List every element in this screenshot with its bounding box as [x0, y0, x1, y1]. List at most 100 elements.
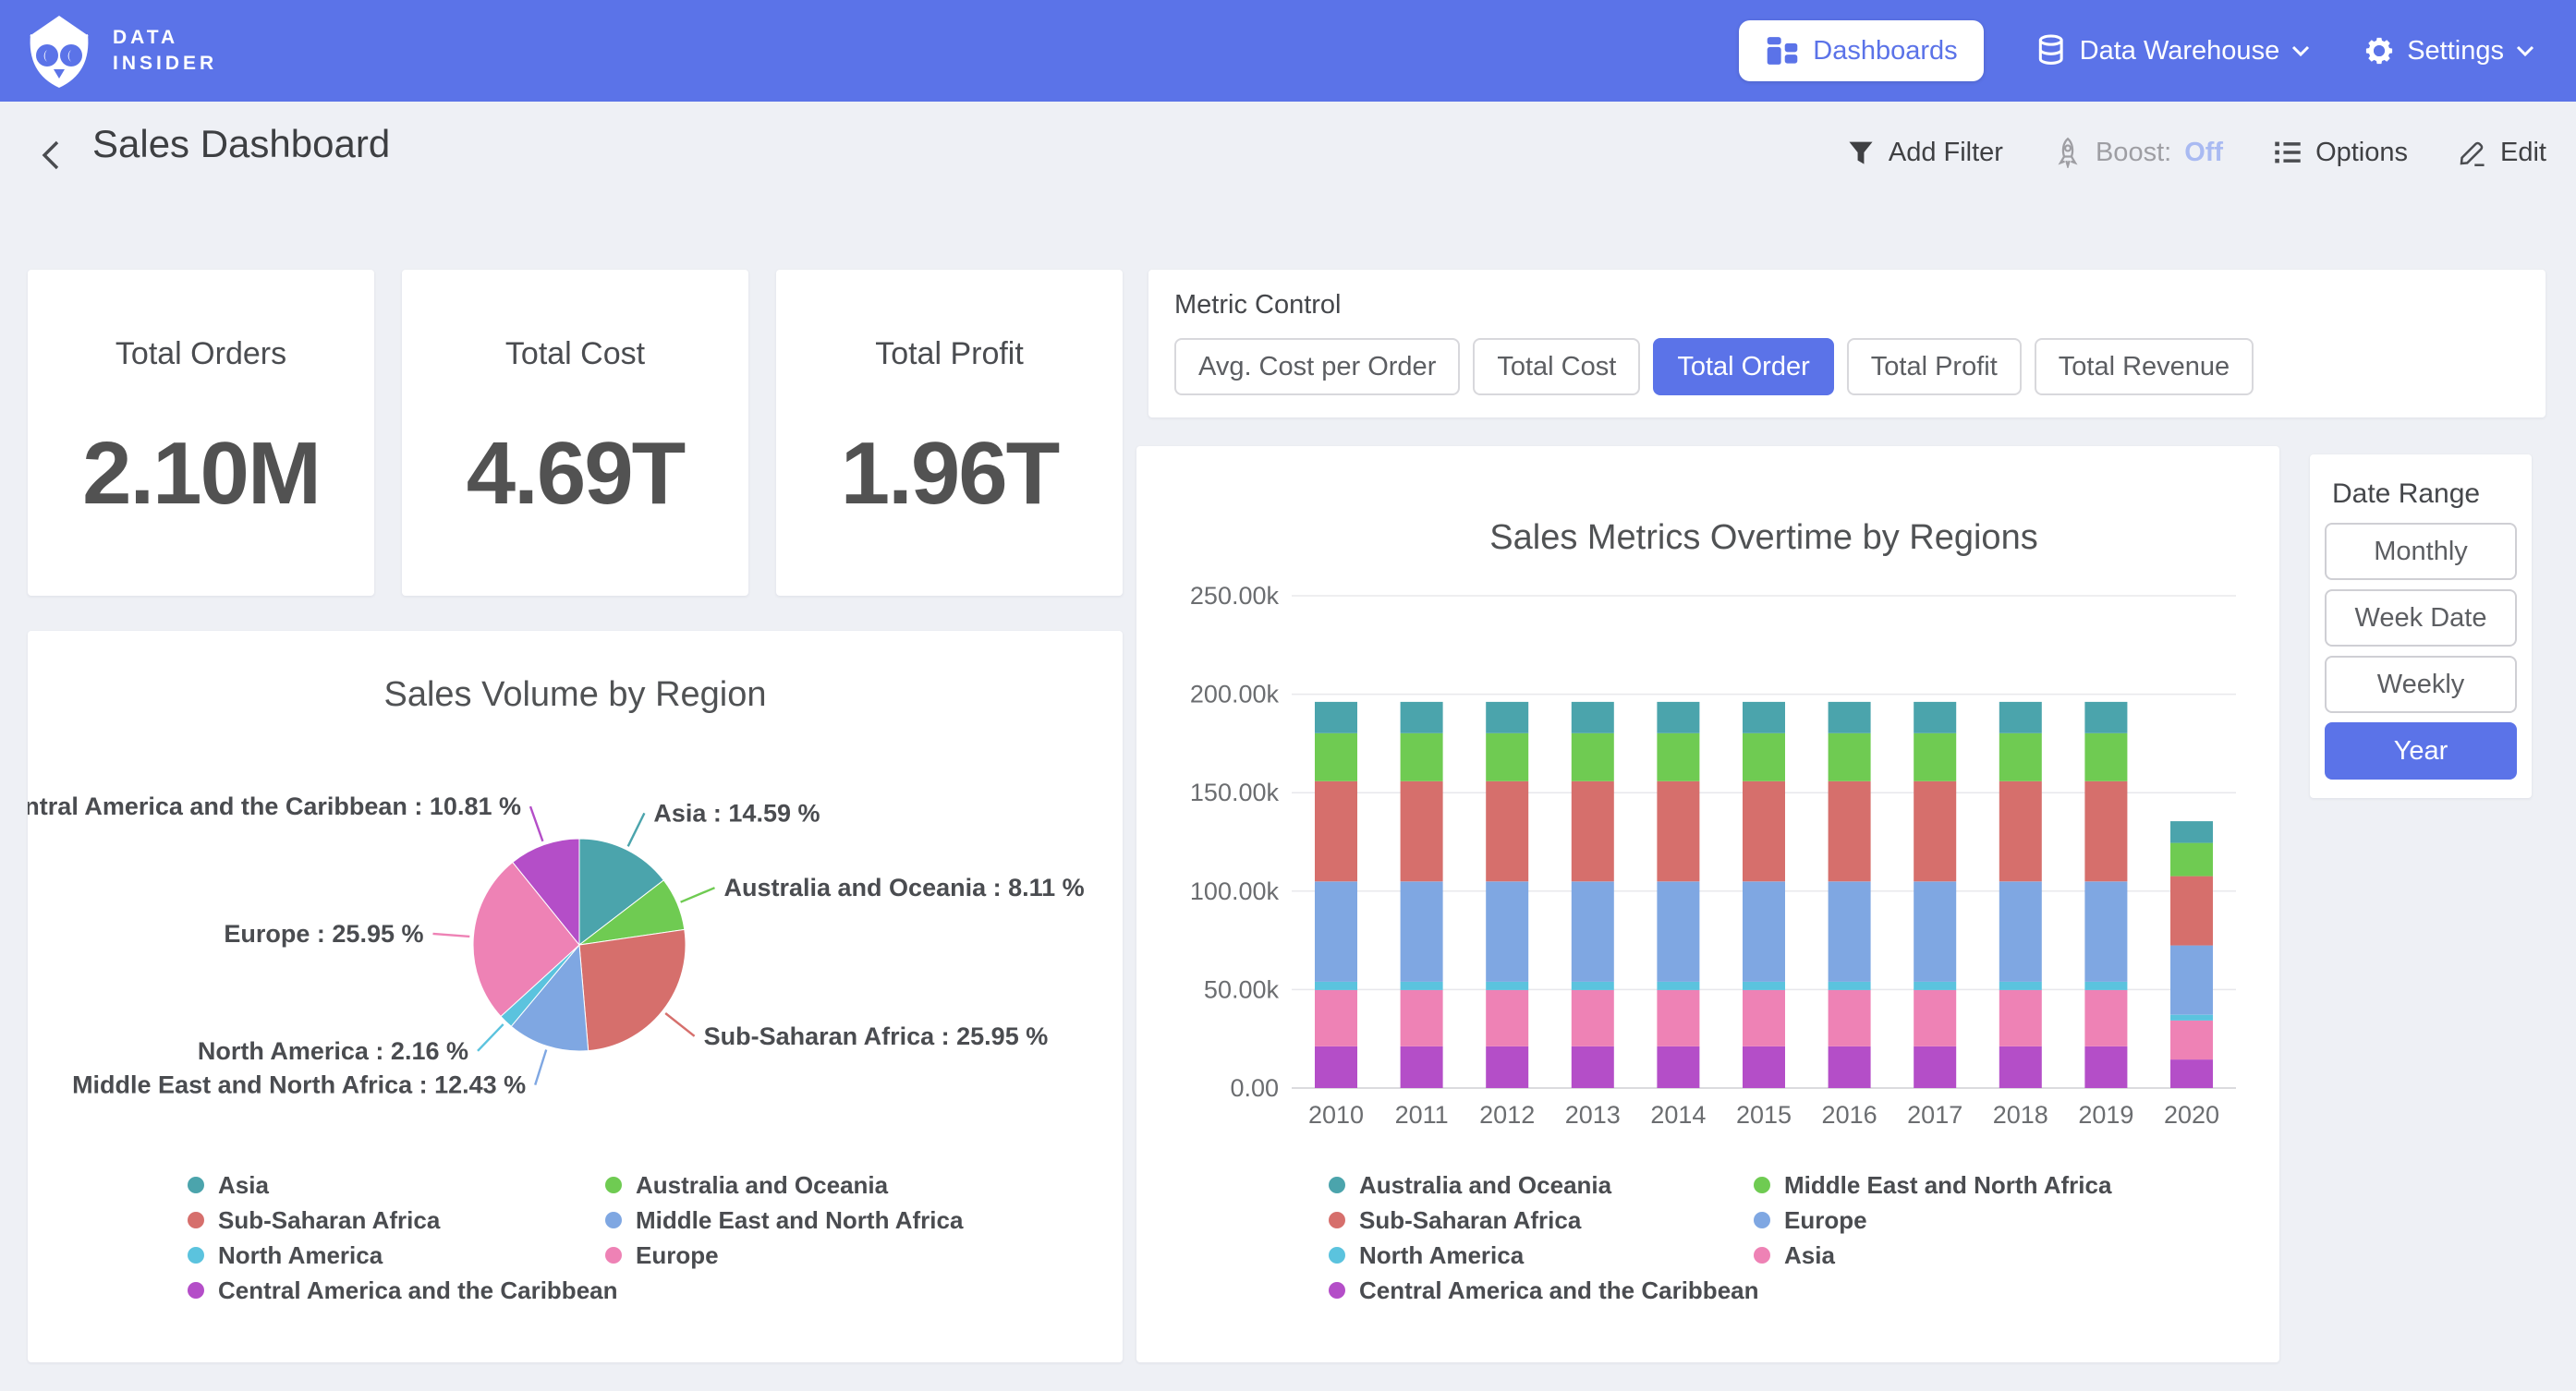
date-range-option-weekly[interactable]: Weekly [2325, 656, 2517, 713]
legend-item-europe[interactable]: Europe [605, 1238, 1002, 1273]
bar-segment-asia-2015[interactable] [1743, 990, 1785, 1046]
bar-segment-north-america-2011[interactable] [1401, 982, 1443, 990]
bar-segment-europe-2018[interactable] [1999, 881, 2042, 982]
bar-segment-central-america-and-the-caribbean-2011[interactable] [1401, 1046, 1443, 1088]
bar-segment-sub-saharan-africa-2012[interactable] [1486, 781, 1528, 882]
bar-segment-central-america-and-the-caribbean-2014[interactable] [1657, 1046, 1699, 1088]
bar-segment-middle-east-and-north-africa-2017[interactable] [1914, 733, 1956, 781]
bar-segment-asia-2011[interactable] [1401, 990, 1443, 1046]
bar-segment-central-america-and-the-caribbean-2012[interactable] [1486, 1046, 1528, 1088]
date-range-option-monthly[interactable]: Monthly [2325, 523, 2517, 580]
legend-item-asia[interactable]: Asia [188, 1167, 605, 1203]
bar-segment-sub-saharan-africa-2010[interactable] [1315, 781, 1357, 882]
options-button[interactable]: Options [2273, 138, 2408, 168]
bar-segment-middle-east-and-north-africa-2016[interactable] [1829, 733, 1871, 781]
bar-segment-asia-2019[interactable] [2084, 990, 2127, 1046]
bar-segment-europe-2011[interactable] [1401, 881, 1443, 982]
bar-segment-europe-2015[interactable] [1743, 881, 1785, 982]
bar-segment-north-america-2013[interactable] [1572, 982, 1614, 990]
back-button[interactable] [35, 135, 67, 175]
bar-segment-north-america-2019[interactable] [2084, 982, 2127, 990]
bar-segment-asia-2010[interactable] [1315, 990, 1357, 1046]
legend-item-central-america-and-the-caribbean[interactable]: Central America and the Caribbean [1329, 1273, 1754, 1308]
bar-segment-sub-saharan-africa-2018[interactable] [1999, 781, 2042, 882]
bar-segment-asia-2013[interactable] [1572, 990, 1614, 1046]
bar-segment-north-america-2017[interactable] [1914, 982, 1956, 990]
bar-segment-middle-east-and-north-africa-2015[interactable] [1743, 733, 1785, 781]
bar-segment-australia-and-oceania-2016[interactable] [1829, 702, 1871, 733]
bar-segment-australia-and-oceania-2011[interactable] [1401, 702, 1443, 733]
legend-item-europe[interactable]: Europe [1754, 1203, 2151, 1238]
bar-segment-north-america-2016[interactable] [1829, 982, 1871, 990]
legend-item-middle-east-and-north-africa[interactable]: Middle East and North Africa [1754, 1167, 2151, 1203]
bar-segment-middle-east-and-north-africa-2010[interactable] [1315, 733, 1357, 781]
bar-segment-asia-2020[interactable] [2170, 1021, 2213, 1059]
bar-segment-middle-east-and-north-africa-2012[interactable] [1486, 733, 1528, 781]
bar-segment-australia-and-oceania-2014[interactable] [1657, 702, 1699, 733]
bar-segment-north-america-2014[interactable] [1657, 982, 1699, 990]
bar-segment-europe-2013[interactable] [1572, 881, 1614, 982]
bar-segment-australia-and-oceania-2017[interactable] [1914, 702, 1956, 733]
bar-segment-middle-east-and-north-africa-2011[interactable] [1401, 733, 1443, 781]
nav-settings[interactable]: Settings [2363, 34, 2535, 67]
bar-segment-central-america-and-the-caribbean-2019[interactable] [2084, 1046, 2127, 1088]
bar-segment-north-america-2015[interactable] [1743, 982, 1785, 990]
metric-option-avg-cost-per-order[interactable]: Avg. Cost per Order [1174, 338, 1460, 395]
pie-slice-sub-saharan-africa[interactable] [579, 929, 686, 1050]
legend-item-middle-east-and-north-africa[interactable]: Middle East and North Africa [605, 1203, 1002, 1238]
bar-segment-sub-saharan-africa-2017[interactable] [1914, 781, 1956, 882]
metric-option-total-revenue[interactable]: Total Revenue [2035, 338, 2254, 395]
bar-segment-middle-east-and-north-africa-2018[interactable] [1999, 733, 2042, 781]
bar-segment-asia-2014[interactable] [1657, 990, 1699, 1046]
bar-segment-north-america-2020[interactable] [2170, 1015, 2213, 1021]
bar-segment-north-america-2012[interactable] [1486, 982, 1528, 990]
bar-segment-australia-and-oceania-2012[interactable] [1486, 702, 1528, 733]
edit-button[interactable]: Edit [2458, 138, 2546, 168]
bar-segment-central-america-and-the-caribbean-2018[interactable] [1999, 1046, 2042, 1088]
bar-segment-north-america-2018[interactable] [1999, 982, 2042, 990]
boost-toggle[interactable]: Boost: Off [2053, 137, 2223, 168]
bar-segment-sub-saharan-africa-2019[interactable] [2084, 781, 2127, 882]
bar-segment-central-america-and-the-caribbean-2015[interactable] [1743, 1046, 1785, 1088]
nav-data-warehouse[interactable]: Data Warehouse [2035, 33, 2312, 68]
bar-segment-australia-and-oceania-2013[interactable] [1572, 702, 1614, 733]
bar-segment-asia-2012[interactable] [1486, 990, 1528, 1046]
legend-item-north-america[interactable]: North America [188, 1238, 605, 1273]
metric-option-total-profit[interactable]: Total Profit [1847, 338, 2022, 395]
bar-segment-central-america-and-the-caribbean-2016[interactable] [1829, 1046, 1871, 1088]
bar-segment-australia-and-oceania-2010[interactable] [1315, 702, 1357, 733]
bar-segment-sub-saharan-africa-2015[interactable] [1743, 781, 1785, 882]
bar-segment-australia-and-oceania-2020[interactable] [2170, 821, 2213, 843]
bar-segment-middle-east-and-north-africa-2019[interactable] [2084, 733, 2127, 781]
bar-segment-central-america-and-the-caribbean-2020[interactable] [2170, 1059, 2213, 1088]
brand[interactable]: DATA INSIDER [22, 12, 217, 90]
metric-option-total-order[interactable]: Total Order [1653, 338, 1833, 395]
bar-segment-middle-east-and-north-africa-2013[interactable] [1572, 733, 1614, 781]
legend-item-asia[interactable]: Asia [1754, 1238, 2151, 1273]
bar-segment-europe-2010[interactable] [1315, 881, 1357, 982]
metric-option-total-cost[interactable]: Total Cost [1473, 338, 1640, 395]
bar-segment-sub-saharan-africa-2014[interactable] [1657, 781, 1699, 882]
bar-segment-australia-and-oceania-2015[interactable] [1743, 702, 1785, 733]
legend-item-sub-saharan-africa[interactable]: Sub-Saharan Africa [1329, 1203, 1754, 1238]
bar-segment-central-america-and-the-caribbean-2017[interactable] [1914, 1046, 1956, 1088]
bar-segment-central-america-and-the-caribbean-2010[interactable] [1315, 1046, 1357, 1088]
bar-segment-australia-and-oceania-2019[interactable] [2084, 702, 2127, 733]
nav-dashboards[interactable]: Dashboards [1739, 20, 1983, 81]
bar-segment-asia-2017[interactable] [1914, 990, 1956, 1046]
bar-segment-europe-2012[interactable] [1486, 881, 1528, 982]
legend-item-north-america[interactable]: North America [1329, 1238, 1754, 1273]
bar-segment-middle-east-and-north-africa-2014[interactable] [1657, 733, 1699, 781]
bar-segment-europe-2020[interactable] [2170, 946, 2213, 1015]
legend-item-australia-and-oceania[interactable]: Australia and Oceania [605, 1167, 1002, 1203]
date-range-option-year[interactable]: Year [2325, 722, 2517, 780]
bar-segment-middle-east-and-north-africa-2020[interactable] [2170, 843, 2213, 877]
bar-segment-north-america-2010[interactable] [1315, 982, 1357, 990]
bar-segment-australia-and-oceania-2018[interactable] [1999, 702, 2042, 733]
date-range-option-week-date[interactable]: Week Date [2325, 589, 2517, 647]
bar-segment-central-america-and-the-caribbean-2013[interactable] [1572, 1046, 1614, 1088]
legend-item-australia-and-oceania[interactable]: Australia and Oceania [1329, 1167, 1754, 1203]
bar-segment-asia-2016[interactable] [1829, 990, 1871, 1046]
legend-item-central-america-and-the-caribbean[interactable]: Central America and the Caribbean [188, 1273, 605, 1308]
bar-segment-sub-saharan-africa-2020[interactable] [2170, 877, 2213, 946]
